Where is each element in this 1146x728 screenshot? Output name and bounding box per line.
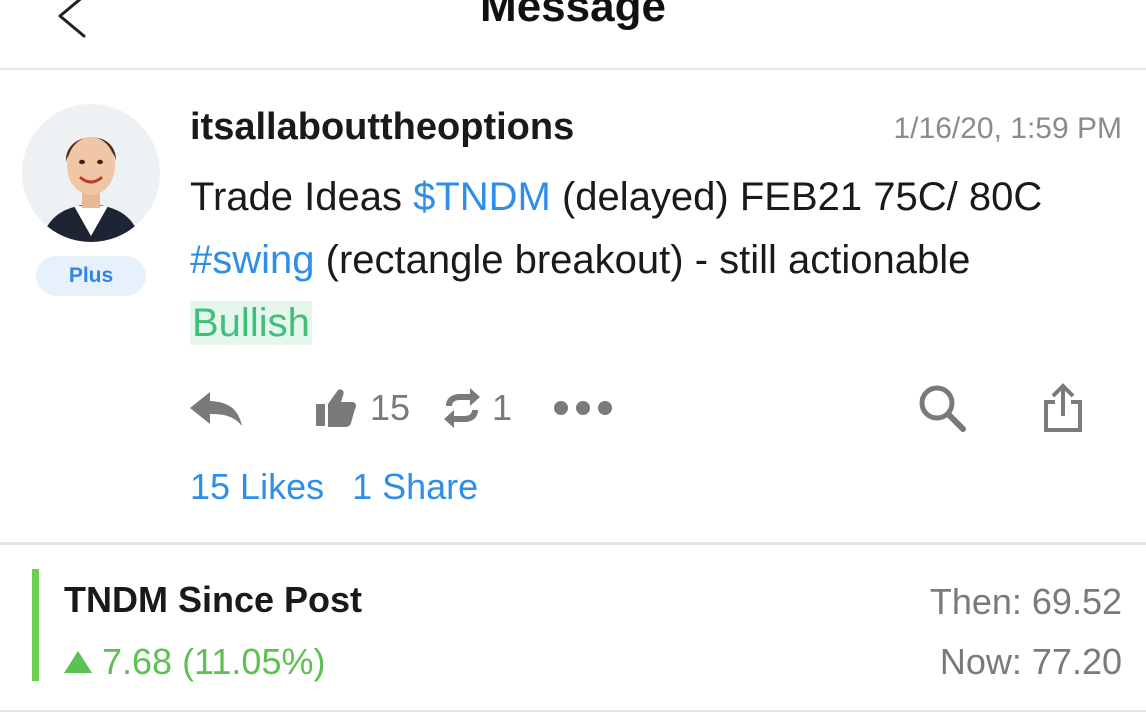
more-icon: [554, 401, 612, 415]
avatar-image: [22, 104, 160, 242]
like-button[interactable]: 15: [314, 378, 410, 438]
share-icon: [1044, 383, 1082, 432]
hashtag-link[interactable]: #swing: [190, 238, 315, 282]
message-body: Trade Ideas $TNDM (delayed) FEB21 75C/ 8…: [190, 166, 1070, 355]
like-count: 15: [370, 387, 411, 428]
cashtag-link[interactable]: $TNDM: [413, 175, 551, 219]
since-post-panel[interactable]: TNDM Since Post 7.68 (11.05%) Then: 69.5…: [0, 545, 1146, 710]
message-post: Plus itsallabouttheoptions 1/16/20, 1:59…: [0, 70, 1146, 542]
body-text-part: (rectangle breakout) - still actionable: [314, 238, 971, 282]
action-bar: 15 1: [0, 378, 1146, 438]
plus-badge: Plus: [36, 256, 146, 296]
header-bar: Message: [0, 0, 1146, 70]
reshare-icon: [444, 388, 480, 428]
avatar[interactable]: [22, 104, 160, 242]
reshare-count: 1: [492, 387, 513, 428]
sentiment-tag: Bullish: [190, 301, 312, 345]
price-change: 7.68 (11.05%): [64, 641, 325, 683]
reply-button[interactable]: [188, 378, 244, 438]
search-button[interactable]: [916, 378, 968, 438]
username[interactable]: itsallabouttheoptions: [190, 106, 574, 149]
up-arrow-icon: [64, 651, 92, 673]
shares-link[interactable]: 1 Share: [352, 466, 478, 507]
search-icon: [919, 385, 966, 432]
more-button[interactable]: [552, 378, 614, 438]
body-text-part: (delayed) FEB21 75C/ 80C: [550, 175, 1043, 219]
post-timestamp: 1/16/20, 1:59 PM: [893, 112, 1123, 145]
bottom-divider: [0, 710, 1146, 712]
since-post-title: TNDM Since Post: [64, 579, 363, 620]
now-price: Now: 77.20: [939, 641, 1122, 682]
thumbs-up-icon: [316, 389, 356, 427]
accent-bar: [32, 569, 39, 681]
page-title: Message: [480, 0, 666, 31]
reshare-button[interactable]: 1: [440, 378, 512, 438]
reply-icon: [190, 392, 242, 426]
likes-link[interactable]: 15 Likes: [190, 466, 324, 507]
price-change-value: 7.68 (11.05%): [102, 641, 326, 682]
share-button[interactable]: [1042, 378, 1084, 438]
body-text-part: Trade Ideas: [190, 175, 414, 219]
then-price: Then: 69.52: [929, 581, 1122, 622]
engagement-links: 15 Likes 1 Share: [190, 466, 506, 508]
